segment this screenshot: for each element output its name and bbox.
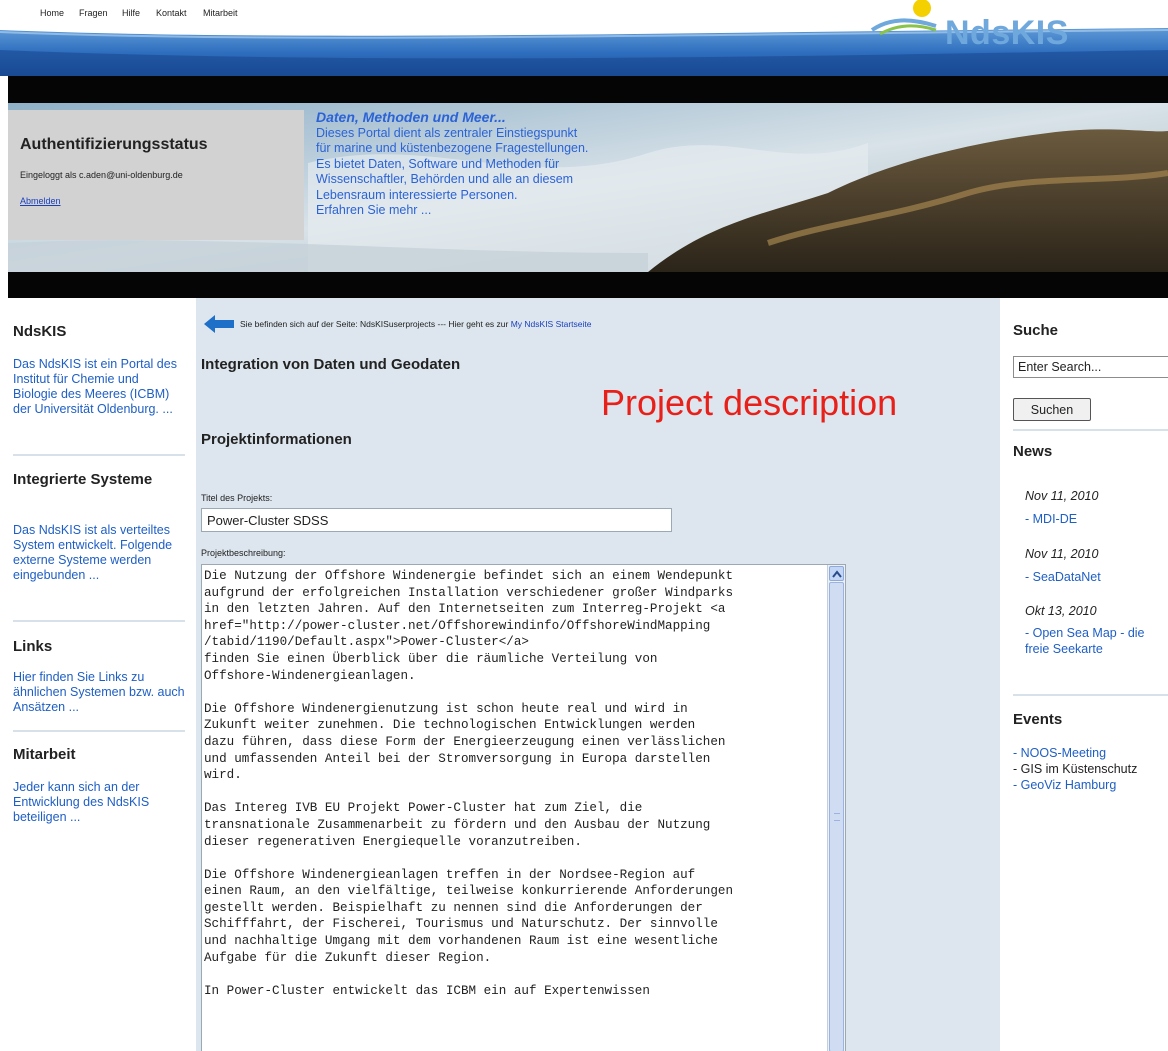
scroll-grip (834, 813, 840, 821)
event-gis-kuestenschutz: - GIS im Küstenschutz (1013, 762, 1138, 776)
sidebar-divider (1013, 429, 1168, 431)
hero-more-link[interactable]: Erfahren Sie mehr ... (316, 203, 676, 219)
sidebar-ndskis-text[interactable]: Das NdsKIS ist ein Portal des Institut f… (13, 357, 185, 417)
search-input[interactable] (1013, 356, 1168, 378)
nav-hilfe[interactable]: Hilfe (122, 8, 140, 18)
project-description-label: Projektbeschreibung: (201, 548, 286, 558)
news-link-mdi-de[interactable]: - MDI-DE (1025, 511, 1168, 527)
hero-intro-text: Daten, Methoden und Meer... Dieses Porta… (316, 109, 676, 219)
sidebar-links-text[interactable]: Hier finden Sie Links zu ähnlichen Syste… (13, 670, 185, 715)
nav-kontakt[interactable]: Kontakt (156, 8, 187, 18)
sidebar-divider (1013, 694, 1168, 696)
hero-heading: Daten, Methoden und Meer... (316, 109, 506, 125)
hero-line: Dieses Portal dient als zentraler Einsti… (316, 125, 578, 140)
project-description-textarea[interactable]: Die Nutzung der Offshore Windenergie bef… (201, 564, 846, 1051)
sidebar-mitarbeit-text[interactable]: Jeder kann sich an der Entwicklung des N… (13, 780, 185, 825)
news-date: Nov 11, 2010 (1025, 489, 1099, 503)
hero-line: Lebensraum interessierte Personen. (316, 187, 518, 202)
nav-home[interactable]: Home (40, 8, 64, 18)
news-heading: News (1013, 443, 1053, 460)
section-title: Projektinformationen (201, 431, 352, 448)
project-title-label: Titel des Projekts: (201, 493, 273, 503)
header-dark-bar (8, 76, 1168, 103)
hero-line: für marine und küstenbezogene Fragestell… (316, 141, 589, 155)
page-title: Integration von Daten und Geodaten (201, 356, 461, 373)
news-link-seadatanet[interactable]: - SeaDataNet (1025, 569, 1168, 585)
hero-bottom-bar (8, 272, 1168, 298)
description-scrollbar[interactable] (827, 565, 845, 1051)
auth-title: Authentifizierungsstatus (20, 136, 208, 153)
main-content: Sie befinden sich auf der Seite: NdsKISu… (196, 298, 1000, 1051)
logout-link[interactable]: Abmelden (20, 196, 61, 206)
sidebar-heading-integrierte-systeme: Integrierte Systeme (13, 471, 153, 488)
event-link-noos-meeting[interactable]: - NOOS-Meeting (1013, 745, 1106, 761)
scroll-thumb[interactable] (829, 582, 844, 1051)
project-title-input[interactable] (201, 508, 672, 532)
nav-fragen[interactable]: Fragen (79, 8, 108, 18)
sidebar-divider (13, 620, 185, 622)
breadcrumb: Sie befinden sich auf der Seite: NdsKISu… (240, 319, 592, 329)
sidebar-heading-mitarbeit: Mitarbeit (13, 746, 76, 763)
back-arrow-icon[interactable] (204, 315, 234, 333)
news-date: Nov 11, 2010 (1025, 547, 1099, 561)
event-link-geoviz-hamburg[interactable]: - GeoViz Hamburg (1013, 777, 1116, 793)
sidebar-divider (13, 730, 185, 732)
sun-icon (913, 0, 931, 17)
sidebar-divider (13, 454, 185, 456)
sidebar-systeme-text[interactable]: Das NdsKIS ist als verteiltes System ent… (13, 523, 185, 583)
logo-text: NdsKIS (945, 14, 1069, 52)
sidebar-heading-ndskis: NdsKIS (13, 323, 67, 340)
scroll-up-button[interactable] (829, 566, 844, 581)
breadcrumb-text: Sie befinden sich auf der Seite: NdsKISu… (240, 319, 511, 329)
events-heading: Events (1013, 711, 1063, 728)
auth-status-panel: Authentifizierungsstatus Eingeloggt als … (8, 110, 304, 240)
nav-mitarbeit[interactable]: Mitarbeit (203, 8, 238, 18)
ndskis-logo[interactable]: NdsKIS (850, 0, 1168, 60)
news-link-open-sea-map[interactable]: - Open Sea Map - die freie Seekarte (1025, 625, 1168, 657)
right-sidebar: Suche Suchen News Nov 11, 2010 - MDI-DE … (1000, 298, 1168, 1051)
annotation-label: Project description (601, 382, 898, 423)
project-description-text[interactable]: Die Nutzung der Offshore Windenergie bef… (202, 565, 826, 1002)
search-heading: Suche (1013, 322, 1059, 339)
sidebar-heading-links: Links (13, 638, 53, 655)
hero-line: Es bietet Daten, Software und Methoden f… (316, 156, 560, 171)
news-date: Okt 13, 2010 (1025, 604, 1097, 618)
search-button[interactable]: Suchen (1013, 398, 1091, 421)
left-sidebar: NdsKIS Das NdsKIS ist ein Portal des Ins… (0, 298, 196, 1051)
startseite-link[interactable]: My NdsKIS Startseite (511, 319, 592, 329)
hero-line: Wissenschaftler, Behörden und alle an di… (316, 172, 574, 186)
chevron-up-icon (832, 570, 842, 578)
logged-in-user: Eingeloggt als c.aden@uni-oldenburg.de (20, 170, 183, 180)
